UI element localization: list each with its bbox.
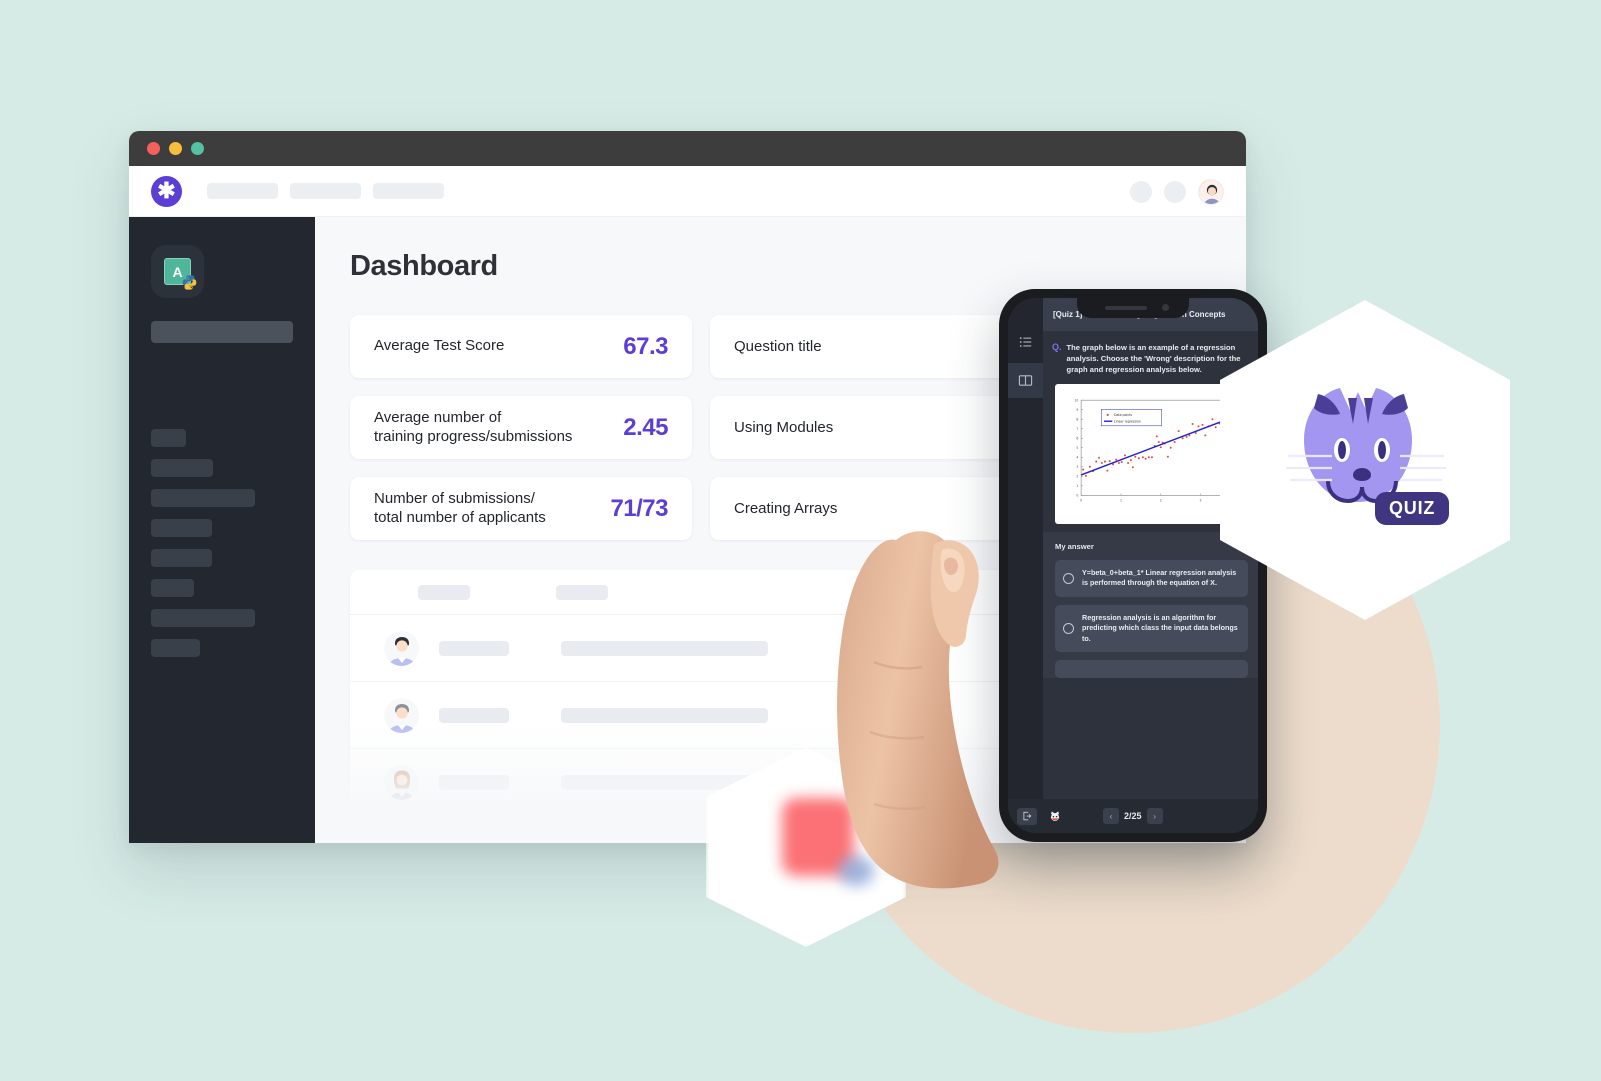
- minimize-window-button[interactable]: [169, 142, 182, 155]
- app-header: ✱: [129, 166, 1246, 217]
- stat-label: Average Test Score: [374, 337, 505, 355]
- stat-value: 71/73: [610, 494, 668, 522]
- question-marker: Q.: [1052, 342, 1062, 352]
- table-cell-name: [439, 842, 509, 843]
- avatar: [384, 832, 419, 843]
- notification-icon[interactable]: [1130, 180, 1152, 203]
- table-column-header-2: [556, 584, 608, 600]
- table-cell-detail: [561, 707, 768, 723]
- quiz-badge: QUIZ: [1375, 492, 1450, 525]
- quiz-cat-hexagon-logo: QUIZ: [1220, 300, 1510, 620]
- svg-text:2: 2: [1076, 475, 1078, 479]
- stat-value: 2.45: [623, 413, 668, 441]
- table-cell-detail: [561, 640, 768, 656]
- prev-page-button[interactable]: ‹: [1103, 808, 1119, 824]
- stat-label: Average number of training progress/subm…: [374, 409, 573, 445]
- table-cell-name: [439, 707, 509, 723]
- settings-icon[interactable]: [1164, 180, 1186, 203]
- book-icon[interactable]: [1008, 363, 1043, 398]
- sidebar: A: [129, 217, 315, 843]
- svg-text:10: 10: [1074, 398, 1078, 402]
- app-header-actions: [1130, 166, 1224, 217]
- answer-option-text: Regression analysis is an algorithm for …: [1082, 612, 1238, 643]
- table-column-header-1: [418, 584, 470, 600]
- svg-text:5: 5: [1076, 446, 1078, 450]
- list-icon[interactable]: [1008, 324, 1043, 359]
- table-cell-name: [439, 774, 509, 790]
- nav-item-placeholder-1[interactable]: [207, 183, 278, 199]
- page-counter: 2/25: [1124, 811, 1142, 821]
- chart-svg: 0 1 2 3 4 5 6 7 8 9 10 0 1 2 3 Data points Linear reg…: [1074, 398, 1241, 503]
- svg-text:8: 8: [1076, 417, 1078, 421]
- sidebar-item-3[interactable]: [151, 489, 255, 507]
- window-titlebar: [129, 131, 1246, 166]
- phone-sidebar-rail: [1008, 298, 1043, 833]
- page-title: Dashboard: [350, 250, 498, 282]
- question-card-label: Using Modules: [734, 419, 834, 436]
- pagination: ‹ 2/25 ›: [1103, 808, 1163, 824]
- python-logo-icon: [182, 275, 197, 290]
- svg-text:3: 3: [1200, 499, 1202, 503]
- avatar: [384, 764, 419, 800]
- next-page-button[interactable]: ›: [1146, 808, 1163, 824]
- stat-card-average-test-score[interactable]: Average Test Score 67.3: [350, 315, 692, 378]
- radio-button[interactable]: [1063, 572, 1074, 584]
- sidebar-menu: [151, 429, 293, 657]
- sidebar-title-placeholder: [151, 321, 293, 343]
- sidebar-item-8[interactable]: [151, 639, 200, 657]
- maximize-window-button[interactable]: [191, 142, 204, 155]
- sidebar-item-5[interactable]: [151, 549, 212, 567]
- svg-text:1: 1: [1076, 484, 1078, 488]
- stat-card-average-training-progress[interactable]: Average number of training progress/subm…: [350, 396, 692, 459]
- radio-button[interactable]: [1063, 623, 1074, 635]
- exit-icon[interactable]: [1017, 807, 1037, 825]
- svg-text:9: 9: [1076, 408, 1078, 412]
- close-window-button[interactable]: [147, 142, 160, 155]
- hexagon-icon-blue-blur: [838, 856, 874, 886]
- table-cell-name: [439, 640, 509, 656]
- cat-mascot-icon[interactable]: [1045, 808, 1065, 825]
- brand-logo-icon[interactable]: ✱: [151, 175, 182, 207]
- question-card-label: Creating Arrays: [734, 500, 838, 517]
- svg-text:Data points: Data points: [1114, 413, 1132, 417]
- sidebar-item-6[interactable]: [151, 579, 194, 597]
- question-card-label: Question title: [734, 338, 822, 355]
- svg-text:7: 7: [1076, 427, 1078, 431]
- svg-text:0: 0: [1076, 494, 1078, 498]
- avatar[interactable]: [1198, 178, 1224, 205]
- sidebar-item-2[interactable]: [151, 459, 213, 477]
- avatar: [384, 697, 419, 733]
- answer-option-text: Y=beta_0+beta_1* Linear regression analy…: [1082, 568, 1237, 588]
- stat-label: Number of submissions/ total number of a…: [374, 490, 546, 526]
- nav-item-placeholder-3[interactable]: [373, 183, 444, 199]
- avatar: [384, 630, 419, 666]
- svg-text:1: 1: [1120, 499, 1122, 503]
- svg-text:6: 6: [1076, 436, 1078, 440]
- svg-text:2: 2: [1160, 499, 1162, 503]
- svg-text:3: 3: [1076, 465, 1078, 469]
- screenshot-stage: ✱ A Dashboard Average Test Score 67.3 Qu…: [0, 0, 1601, 1081]
- sidebar-item-7[interactable]: [151, 609, 255, 627]
- svg-text:Linear regression: Linear regression: [1114, 420, 1141, 424]
- sidebar-item-4[interactable]: [151, 519, 212, 537]
- stat-value: 67.3: [623, 332, 668, 360]
- stat-card-number-of-submissions[interactable]: Number of submissions/ total number of a…: [350, 477, 692, 540]
- svg-text:4: 4: [1076, 455, 1078, 459]
- course-icon: A: [164, 258, 197, 290]
- course-badge[interactable]: A: [151, 245, 204, 298]
- phone-bottom-bar: ‹ 2/25 ›: [1008, 799, 1258, 833]
- sidebar-item-1[interactable]: [151, 429, 186, 447]
- nav-item-placeholder-2[interactable]: [290, 183, 361, 199]
- answer-option-3[interactable]: [1055, 660, 1248, 679]
- svg-text:0: 0: [1080, 499, 1082, 503]
- phone-notch: [1077, 298, 1189, 318]
